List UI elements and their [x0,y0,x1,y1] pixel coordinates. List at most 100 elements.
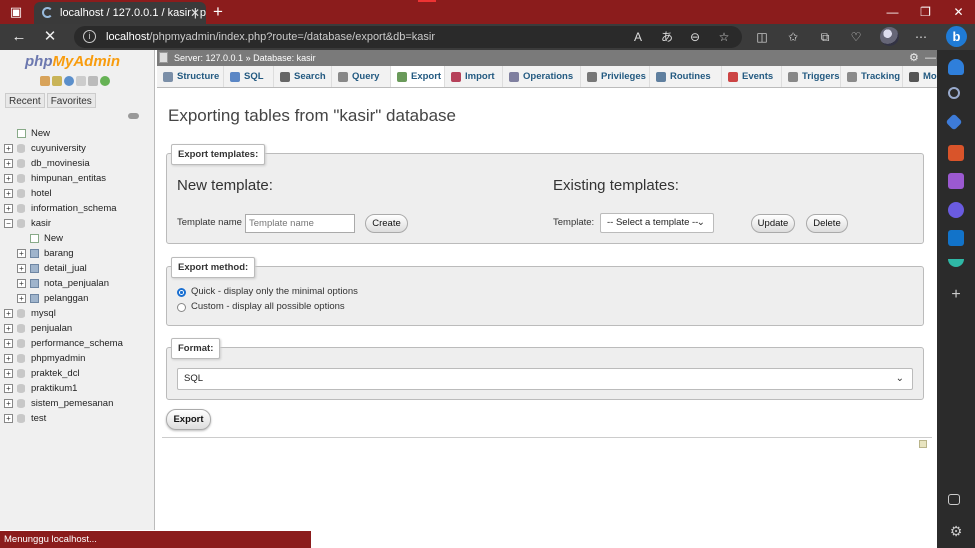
tools-icon[interactable] [948,145,964,161]
collapse-nav-icon[interactable] [159,52,168,63]
custom-method-radio[interactable] [177,303,186,312]
stop-loading-icon[interactable]: ✕ [40,27,60,47]
sidebar-layout-icon[interactable] [948,494,960,505]
expand-icon[interactable]: + [4,354,13,363]
minimize-window-button[interactable]: — [876,0,909,24]
expand-icon[interactable]: + [4,369,13,378]
reload-icon[interactable] [100,76,110,86]
shopping-tag-icon[interactable] [945,113,963,131]
expand-icon[interactable]: + [4,384,13,393]
nav-tab-recent[interactable]: Recent [5,93,45,108]
expand-icon[interactable]: + [4,204,13,213]
copilot-icon[interactable]: b [946,26,967,47]
tree-table-item[interactable]: + pelanggan [4,291,154,306]
collections-icon[interactable]: ⧉ [817,29,833,45]
settings-gear-icon[interactable]: ⚙ [948,523,964,539]
update-template-button[interactable]: Update [751,214,795,233]
tab-search[interactable]: Search [274,66,332,87]
expand-icon[interactable]: + [17,264,26,273]
template-select[interactable]: -- Select a template -- ⌄ [600,213,714,233]
tab-tracking[interactable]: Tracking [841,66,903,87]
expand-icon[interactable]: + [17,249,26,258]
pma-logo[interactable]: phpMyAdmin [25,53,120,70]
page-settings-icon[interactable]: ⚙ [909,50,919,66]
tree-table-item[interactable]: + detail_jual [4,261,154,276]
site-info-icon[interactable]: i [83,30,96,43]
tree-database-item[interactable]: + information_schema [4,201,154,216]
quick-method-label[interactable]: Quick - display only the minimal options [191,286,358,297]
m365-icon[interactable] [948,202,964,218]
expand-icon[interactable]: + [4,159,13,168]
expand-icon[interactable]: + [4,309,13,318]
tab-close-icon[interactable]: ✕ [190,2,200,24]
tab-sql[interactable]: SQL [224,66,274,87]
favorite-star-icon[interactable]: ☆ [716,29,732,45]
tree-database-item[interactable]: + cuyuniversity [4,141,154,156]
translate-icon[interactable]: あ [659,29,675,45]
nav-tab-favorites[interactable]: Favorites [46,93,96,108]
expand-icon[interactable]: + [17,279,26,288]
tree-database-item[interactable]: − kasir [4,216,154,231]
quick-method-radio[interactable] [177,288,186,297]
new-tab-button[interactable]: + [210,1,226,23]
export-button[interactable]: Export [166,409,211,430]
tree-database-item[interactable]: + himpunan_entitas [4,171,154,186]
expand-icon[interactable]: + [4,174,13,183]
favorites-icon[interactable]: ✩ [785,29,801,45]
workspaces-icon[interactable]: ▣ [8,4,24,20]
tab-operations[interactable]: Operations [503,66,581,87]
help-icon[interactable] [64,76,74,86]
tree-database-item[interactable]: + praktikum1 [4,381,154,396]
tab-events[interactable]: Events [722,66,782,87]
tree-table-item[interactable]: + barang [4,246,154,261]
create-template-button[interactable]: Create [365,214,408,233]
add-sidebar-icon[interactable]: + [948,287,964,303]
breadcrumb-database[interactable]: Database: kasir [253,53,316,63]
tab-more[interactable]: More [903,66,937,87]
link-with-main-icon[interactable] [128,113,139,119]
tree-table-item[interactable]: + nota_penjualan [4,276,154,291]
tree-new-item[interactable]: New [4,231,154,246]
tab-triggers[interactable]: Triggers [782,66,841,87]
drop-icon[interactable] [948,259,964,267]
logout-icon[interactable] [52,76,62,86]
tree-database-item[interactable]: + hotel [4,186,154,201]
tree-database-item[interactable]: + penjualan [4,321,154,336]
collapse-icon[interactable]: − [4,219,13,228]
tree-database-item[interactable]: + sistem_pemesanan [4,396,154,411]
close-window-button[interactable]: ✕ [942,0,975,24]
expand-icon[interactable]: + [4,414,13,423]
expand-icon[interactable]: + [4,324,13,333]
expand-icon[interactable]: + [17,294,26,303]
tree-database-item[interactable]: + mysql [4,306,154,321]
collapse-topbar-icon[interactable]: — [925,50,936,66]
tree-database-item[interactable]: + praktek_dcl [4,366,154,381]
delete-template-button[interactable]: Delete [806,214,848,233]
tree-database-item[interactable]: + phpmyadmin [4,351,154,366]
tree-database-item[interactable]: + performance_schema [4,336,154,351]
tab-structure[interactable]: Structure [157,66,224,87]
outlook-icon[interactable] [948,230,964,246]
notifications-icon[interactable] [948,59,964,75]
expand-icon[interactable]: + [4,144,13,153]
browser-essentials-icon[interactable]: ♡ [848,29,864,45]
docs-icon[interactable] [76,76,86,86]
breadcrumb-server[interactable]: Server: 127.0.0.1 [174,53,243,63]
zoom-icon[interactable]: ⊖ [687,29,703,45]
read-aloud-icon[interactable]: A [630,29,646,45]
browser-tab[interactable]: localhost / 127.0.0.1 / kasir | php ✕ [34,2,206,24]
tree-database-item[interactable]: + test [4,411,154,426]
tree-new-item[interactable]: New [4,126,154,141]
profile-avatar[interactable] [880,27,899,46]
more-options-icon[interactable]: ⋯ [913,29,929,45]
tab-routines[interactable]: Routines [650,66,722,87]
back-arrow-icon[interactable]: ← [9,27,29,47]
console-toggle-icon[interactable] [919,440,927,448]
template-name-input[interactable] [245,214,355,233]
tab-query[interactable]: Query [332,66,391,87]
format-select[interactable]: SQL ⌄ [177,368,913,390]
expand-icon[interactable]: + [4,189,13,198]
tree-database-item[interactable]: + db_movinesia [4,156,154,171]
search-icon[interactable] [948,87,960,99]
tab-export[interactable]: Export [391,66,445,87]
